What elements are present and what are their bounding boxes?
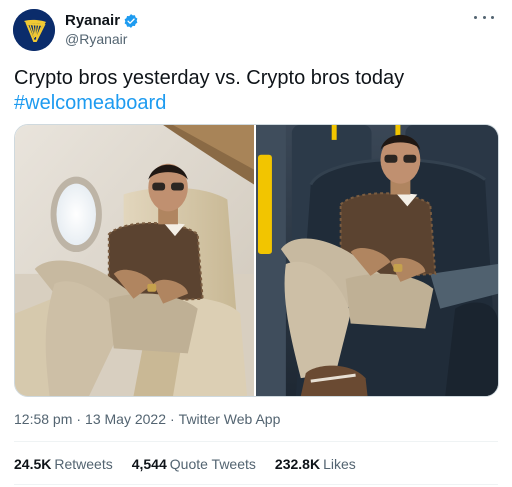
economy-cabin-photo[interactable]: [256, 125, 498, 396]
ryanair-harp-logo-icon: [13, 9, 55, 51]
verified-badge-icon: [124, 14, 138, 28]
private-jet-photo[interactable]: [15, 125, 256, 396]
retweets-label: Retweets: [54, 456, 113, 472]
meta-separator: ·: [170, 411, 175, 427]
quote-tweets-stat[interactable]: 4,544 Quote Tweets: [132, 456, 256, 473]
user-handle[interactable]: @Ryanair: [65, 31, 127, 48]
tweet-date[interactable]: 13 May 2022: [85, 411, 166, 428]
avatar[interactable]: [13, 9, 55, 51]
likes-label: Likes: [323, 456, 356, 472]
tweet-meta: 12:58 pm · 13 May 2022 · Twitter Web App: [14, 411, 280, 428]
quote-tweets-label: Quote Tweets: [169, 456, 256, 472]
tweet-stats: 24.5K Retweets 4,544 Quote Tweets 232.8K Li…: [14, 456, 375, 473]
more-dot: [474, 15, 477, 19]
retweets-stat[interactable]: 24.5K Retweets: [14, 456, 113, 473]
likes-stat[interactable]: 232.8K Likes: [275, 456, 356, 473]
more-dot: [482, 15, 486, 19]
tweet-card: Ryanair @Ryanair Crypto bros yesterday v…: [0, 0, 512, 487]
retweets-count: 24.5K: [14, 456, 52, 472]
divider: [14, 484, 498, 485]
tweet-body: Crypto bros yesterday vs. Crypto bros to…: [14, 67, 405, 89]
meta-separator: ·: [76, 411, 82, 427]
more-dot: [491, 15, 494, 19]
tweet-source[interactable]: Twitter Web App: [179, 411, 281, 428]
likes-count: 232.8K: [274, 456, 321, 472]
display-name[interactable]: Ryanair: [65, 12, 120, 30]
tweet-time[interactable]: 12:58 pm: [14, 411, 72, 428]
name-row: Ryanair: [65, 12, 139, 30]
more-horizontal-icon[interactable]: [474, 10, 494, 24]
hashtag-link[interactable]: #welcomeaboard: [14, 91, 494, 116]
tweet-text: Crypto bros yesterday vs. Crypto bros to…: [14, 66, 494, 116]
quote-tweets-count: 4,544: [131, 456, 167, 472]
divider: [14, 441, 498, 442]
media-grid: [14, 124, 499, 397]
